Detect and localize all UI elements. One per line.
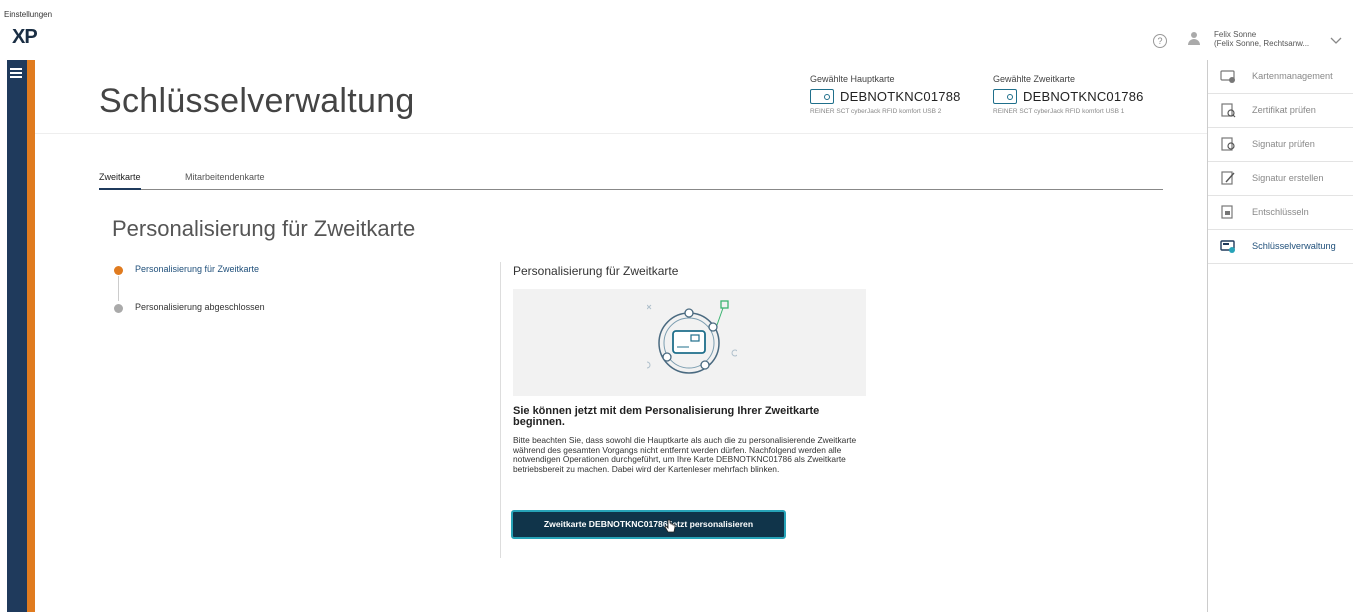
step-pending-dot-icon: [114, 304, 123, 313]
app-logo: XP: [12, 26, 38, 49]
step-label: Personalisierung für Zweitkarte: [135, 264, 260, 274]
side-item-label: Signatur prüfen: [1252, 139, 1315, 149]
content-divider: [500, 262, 501, 558]
tab-mitarbeitendenkarte[interactable]: Mitarbeitendenkarte: [185, 172, 265, 188]
user-info[interactable]: Felix Sonne (Felix Sonne, Rechtsanw...: [1214, 30, 1309, 48]
personalize-card-button[interactable]: Zweitkarte DEBNOTKNC01786 jetzt personal…: [511, 510, 786, 539]
secondary-card-reader: REINER SCT cyberJack RFID komfort USB 1: [993, 108, 1125, 115]
card-management-icon: [1220, 70, 1235, 83]
side-item-label: Entschlüsseln: [1252, 207, 1309, 217]
side-item-label: Kartenmanagement: [1252, 71, 1333, 81]
smartcard-icon: [993, 89, 1017, 104]
right-action-panel: Kartenmanagement Zertifikat prüfen Signa…: [1207, 60, 1353, 612]
instruction-heading: Sie können jetzt mit dem Personalisierun…: [513, 405, 820, 428]
side-item-label: Signatur erstellen: [1252, 173, 1324, 183]
side-item-signatur-pruefen[interactable]: Signatur prüfen: [1208, 128, 1353, 162]
user-name: Felix Sonne: [1214, 30, 1257, 39]
signature-check-icon: [1221, 137, 1235, 151]
step-connector: [118, 276, 119, 301]
certificate-icon: [1221, 103, 1236, 118]
secondary-card-block: Gewählte Zweitkarte DEBNOTKNC01786 REINE…: [993, 74, 1144, 115]
step-label: Personalisierung abgeschlossen: [135, 302, 265, 312]
secondary-card-id: DEBNOTKNC01786: [1023, 89, 1144, 104]
left-navigation-rail: [7, 60, 27, 612]
top-bar: Einstellungen XP ? Felix Sonne (Felix So…: [0, 0, 1353, 60]
side-item-entschluesseln[interactable]: Entschlüsseln: [1208, 196, 1353, 230]
user-avatar-icon[interactable]: [1188, 32, 1200, 46]
chevron-down-icon[interactable]: [1330, 34, 1342, 46]
side-item-zertifikat-pruefen[interactable]: Zertifikat prüfen: [1208, 94, 1353, 128]
card-personalization-illustration-icon: [647, 300, 737, 374]
side-item-kartenmanagement[interactable]: Kartenmanagement: [1208, 60, 1353, 94]
help-icon[interactable]: ?: [1153, 34, 1167, 48]
tab-bar: Zweitkarte Mitarbeitendenkarte: [99, 168, 1163, 190]
illustration-box: [513, 289, 866, 396]
section-title: Personalisierung für Zweitkarte: [112, 216, 416, 241]
side-item-schluesselverwaltung[interactable]: Schlüsselverwaltung: [1208, 230, 1353, 264]
side-item-label: Schlüsselverwaltung: [1252, 241, 1336, 251]
user-role: (Felix Sonne, Rechtsanw...: [1214, 39, 1310, 48]
primary-card-label: Gewählte Hauptkarte: [810, 74, 895, 84]
primary-card-id: DEBNOTKNC01788: [840, 89, 961, 104]
decrypt-icon: [1221, 205, 1233, 219]
signature-create-icon: [1221, 171, 1235, 185]
logo-text: XP: [12, 26, 38, 48]
step-active-dot-icon: [114, 266, 123, 275]
instruction-body: Bitte beachten Sie, dass sowohl die Haup…: [513, 435, 857, 475]
hand-cursor-icon: [664, 519, 676, 533]
panel-title: Personalisierung für Zweitkarte: [513, 264, 679, 278]
smartcard-icon: [810, 89, 834, 104]
key-management-icon: [1220, 240, 1235, 253]
left-rail-accent: [27, 60, 35, 612]
page-title: Schlüsselverwaltung: [99, 82, 415, 120]
primary-card-block: Gewählte Hauptkarte DEBNOTKNC01788 REINE…: [810, 74, 961, 115]
settings-menu-label[interactable]: Einstellungen: [4, 10, 52, 19]
primary-card-reader: REINER SCT cyberJack RFID komfort USB 2: [810, 108, 942, 115]
secondary-card-label: Gewählte Zweitkarte: [993, 74, 1076, 84]
side-item-label: Zertifikat prüfen: [1252, 105, 1316, 115]
hamburger-menu-icon[interactable]: [10, 68, 22, 80]
tab-zweitkarte[interactable]: Zweitkarte: [99, 172, 141, 190]
side-item-signatur-erstellen[interactable]: Signatur erstellen: [1208, 162, 1353, 196]
